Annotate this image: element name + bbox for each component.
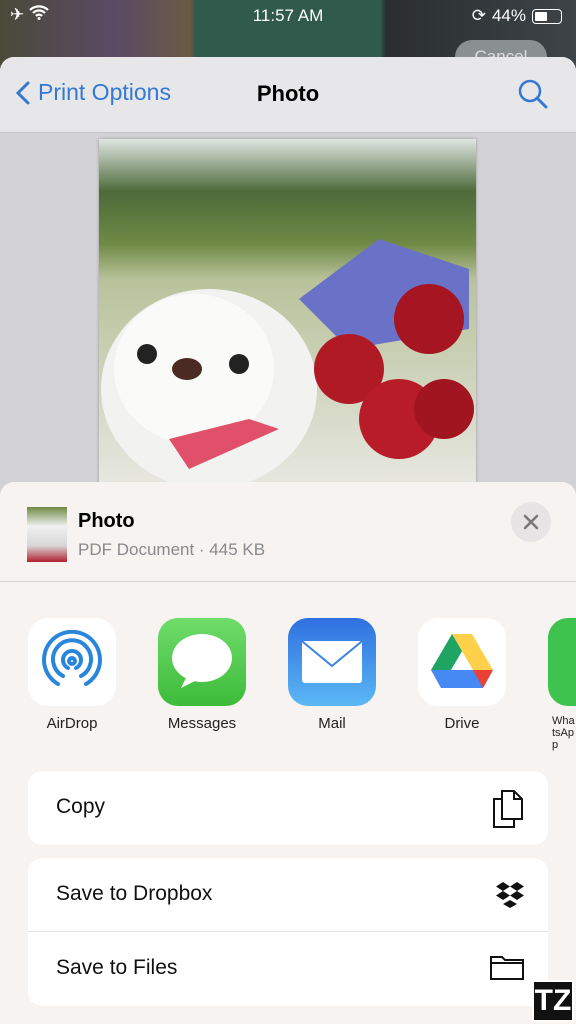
app-whatsapp[interactable]: WhatsApp bbox=[548, 618, 576, 751]
app-mail[interactable]: Mail bbox=[288, 618, 376, 732]
action-save-dropbox[interactable]: Save to Dropbox bbox=[28, 858, 548, 932]
folder-icon bbox=[490, 956, 524, 980]
google-drive-icon bbox=[418, 618, 506, 706]
search-icon[interactable] bbox=[518, 79, 548, 109]
nav-bar: Print Options Photo bbox=[0, 57, 576, 133]
file-thumbnail bbox=[27, 507, 67, 562]
action-label: Save to Files bbox=[56, 956, 178, 979]
app-label: Mail bbox=[318, 715, 346, 732]
rotation-lock-icon: ⟳ bbox=[471, 6, 486, 25]
file-name: Photo bbox=[78, 510, 135, 532]
airdrop-icon bbox=[28, 618, 116, 706]
app-label: AirDrop bbox=[46, 715, 98, 732]
action-group-save: Save to Dropbox Save to Files bbox=[28, 858, 548, 1006]
action-label: Save to Dropbox bbox=[56, 882, 213, 905]
copy-icon bbox=[493, 790, 523, 828]
share-sheet: Photo PDF Document · 445 KB AirDrop Mess… bbox=[0, 482, 576, 1024]
file-info: PDF Document · 445 KB bbox=[78, 540, 266, 559]
battery-icon bbox=[532, 8, 562, 24]
battery-percent: 44% bbox=[491, 6, 526, 25]
messages-icon bbox=[158, 618, 246, 706]
dropbox-icon bbox=[496, 882, 524, 908]
app-label: WhatsApp bbox=[552, 715, 575, 751]
action-label: Copy bbox=[56, 795, 106, 818]
app-messages[interactable]: Messages bbox=[158, 618, 246, 732]
action-save-files[interactable]: Save to Files bbox=[28, 932, 548, 1006]
page-title: Photo bbox=[256, 81, 320, 106]
action-group-copy: Copy bbox=[28, 771, 548, 845]
app-drive[interactable]: Drive bbox=[418, 618, 506, 732]
share-header: Photo PDF Document · 445 KB bbox=[0, 482, 576, 582]
document-preview-image bbox=[99, 139, 476, 489]
close-icon bbox=[523, 514, 539, 530]
watermark-logo: TZ bbox=[532, 980, 574, 1022]
app-airdrop[interactable]: AirDrop bbox=[28, 618, 116, 732]
close-button[interactable] bbox=[511, 502, 551, 542]
whatsapp-icon bbox=[548, 618, 576, 706]
status-bar: ✈ 11:57 AM ⟳ 44% bbox=[0, 0, 576, 32]
mail-icon bbox=[288, 618, 376, 706]
app-label: Messages bbox=[167, 715, 237, 732]
app-label: Drive bbox=[444, 715, 480, 732]
action-copy[interactable]: Copy bbox=[28, 771, 548, 845]
